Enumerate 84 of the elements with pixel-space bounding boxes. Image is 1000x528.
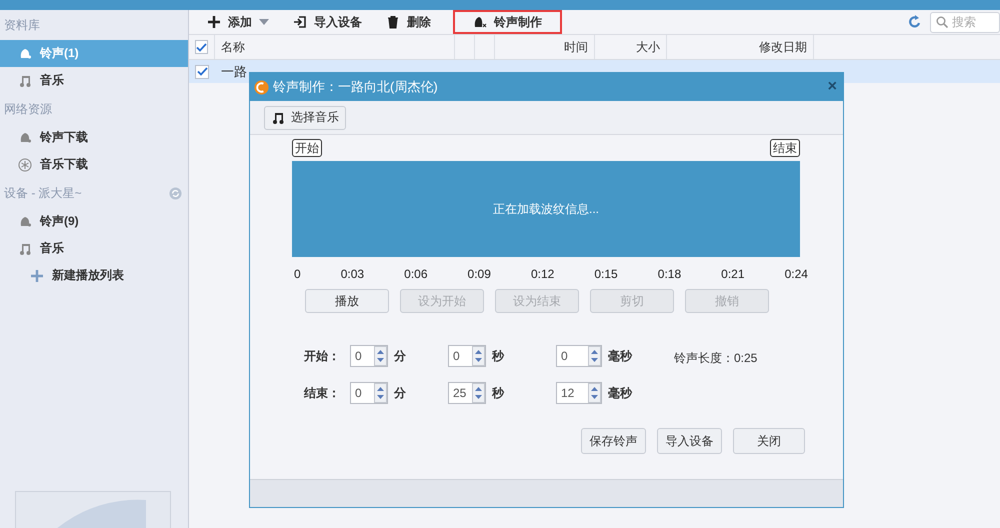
item-label: 铃声下载: [40, 129, 88, 146]
field-label: 结束：: [304, 384, 341, 402]
column-header: 时间: [564, 38, 588, 56]
spinner-arrows-icon[interactable]: [472, 346, 485, 366]
time-tick-label: 0:06: [404, 267, 428, 281]
spinner-arrows-icon[interactable]: [588, 346, 601, 366]
toolbar-button[interactable]: 导入设备: [291, 10, 364, 34]
time-tick-label: 0: [294, 267, 301, 281]
end-marker[interactable]: 结束: [770, 139, 800, 157]
item-label: 铃声(1): [40, 45, 79, 62]
time-tick-label: 0:09: [468, 267, 491, 281]
spinner-field[interactable]: 0: [350, 382, 388, 404]
new-playlist-item[interactable]: 新建播放列表: [0, 262, 188, 289]
app-logo-icon: [254, 80, 269, 94]
item-label: 音乐: [40, 72, 64, 89]
toolbar-button[interactable]: 添加: [205, 10, 271, 34]
time-tick-label: 0:15: [594, 267, 618, 281]
checkmark-icon: [196, 67, 208, 76]
sidebar-item[interactable]: 音乐: [0, 235, 188, 262]
trash-icon: [386, 15, 400, 29]
item-label: 新建播放列表: [52, 267, 124, 284]
checkmark-icon: [196, 42, 207, 52]
toolbar-button[interactable]: 铃声制作: [453, 10, 562, 34]
time-tick-label: 0:21: [721, 267, 745, 281]
item-label: 铃声(9): [40, 213, 79, 230]
table-cell-text: 一路: [220, 62, 247, 80]
spinner-field[interactable]: 0: [350, 345, 388, 367]
unit-label: 毫秒: [608, 384, 632, 402]
toolbar-button[interactable]: 删除: [384, 10, 433, 34]
item-label: 音乐下载: [40, 156, 88, 173]
refresh-icon[interactable]: [908, 15, 922, 29]
spinner-field[interactable]: 12: [556, 382, 602, 404]
action-button[interactable]: 播放: [305, 289, 389, 313]
spinner-field[interactable]: 0: [448, 345, 486, 367]
dialog-button[interactable]: 导入设备: [657, 428, 722, 454]
plus-icon: [207, 15, 221, 29]
sidebar-item[interactable]: 音乐下载: [0, 151, 188, 178]
choose-music-button[interactable]: 选择音乐: [264, 106, 346, 130]
unit-label: 分: [394, 348, 406, 364]
checkbox[interactable]: [195, 64, 209, 78]
spinner-arrows-icon[interactable]: [374, 346, 387, 366]
search-icon: [936, 16, 948, 28]
import-icon: [293, 15, 307, 29]
spinner-arrows-icon[interactable]: [588, 383, 601, 403]
column-header: 修改日期: [759, 38, 807, 56]
unit-label: 秒: [492, 348, 504, 364]
placeholder: 搜索: [952, 14, 976, 30]
item-label: 音乐: [40, 240, 64, 257]
bell-icon: [18, 46, 32, 60]
sidebar-item[interactable]: 铃声(9): [0, 208, 188, 235]
bell-icon: [18, 214, 32, 228]
time-tick-label: 0:12: [530, 267, 554, 281]
checkbox[interactable]: [195, 40, 208, 54]
bell-cut-icon: [473, 15, 487, 29]
unit-label: 分: [394, 384, 406, 402]
caret-icon[interactable]: [259, 19, 269, 25]
dialog-button[interactable]: 保存铃声: [581, 428, 646, 454]
loading-message: 正在加载波纹信息...: [492, 200, 599, 218]
ringtone-length: 铃声长度：0:25: [674, 350, 758, 366]
section-title: 网络资源: [4, 100, 52, 118]
music-note-icon: [18, 74, 32, 88]
field-label: 开始：: [304, 348, 341, 364]
sidebar-item[interactable]: 音乐: [0, 67, 188, 94]
time-tick-label: 0:18: [658, 267, 682, 281]
asterisk-icon: [18, 158, 32, 172]
spinner-field[interactable]: 0: [556, 345, 602, 367]
music-note-icon: [271, 110, 285, 124]
spinner-arrows-icon[interactable]: [374, 383, 387, 403]
unit-label: 毫秒: [608, 348, 632, 364]
spinner-field[interactable]: 25: [448, 382, 486, 404]
music-note-icon: [18, 242, 32, 256]
unit-label: 秒: [492, 384, 504, 402]
time-tick-label: 0:24: [784, 267, 808, 281]
dialog-button[interactable]: 关闭: [733, 428, 805, 454]
spinner-arrows-icon[interactable]: [472, 383, 485, 403]
section-title: 资料库: [4, 16, 40, 34]
sidebar-item[interactable]: 铃声下载: [0, 124, 188, 151]
column-header: 大小: [636, 38, 660, 56]
section-title: 设备 - 派大星~: [4, 184, 82, 202]
plus-icon: [30, 268, 44, 282]
time-tick-label: 0:03: [340, 267, 364, 281]
column-header: 名称: [221, 38, 245, 56]
bell-icon: [18, 130, 32, 144]
start-marker[interactable]: 开始: [292, 139, 322, 157]
